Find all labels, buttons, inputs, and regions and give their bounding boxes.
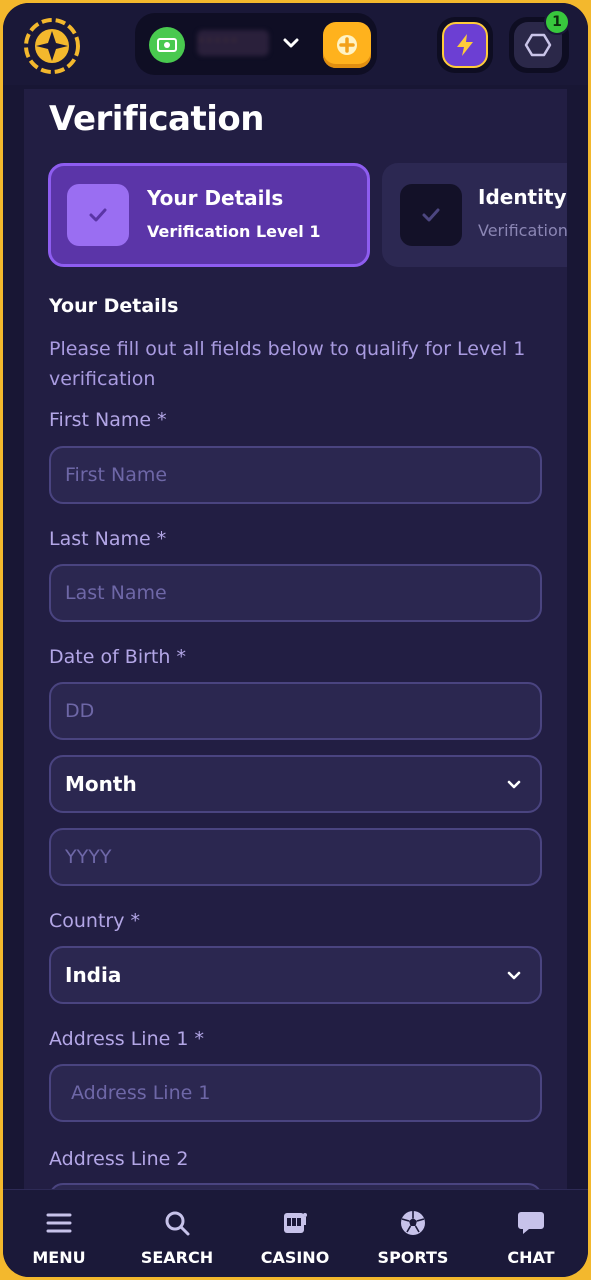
lightning-icon xyxy=(457,34,473,56)
step-subtitle: Verification Level 1 xyxy=(147,222,321,241)
country-select[interactable]: India xyxy=(49,946,542,1004)
dob-year-input[interactable] xyxy=(51,830,540,884)
last-name-field xyxy=(49,564,542,622)
dob-year-field xyxy=(49,828,542,886)
level-badge: 1 xyxy=(544,9,570,35)
step-identity[interactable]: Identity Verification Level 2 xyxy=(382,163,567,267)
nav-label: CHAT xyxy=(507,1248,555,1267)
page-title: Verification xyxy=(49,99,264,139)
section-description: Please fill out all fields below to qual… xyxy=(49,338,526,390)
address2-label: Address Line 2 xyxy=(49,1148,189,1170)
nav-label: SPORTS xyxy=(377,1248,449,1267)
checkmark-icon xyxy=(67,184,129,246)
first-name-label: First Name * xyxy=(49,409,167,431)
nav-chat[interactable]: CHAT xyxy=(476,1190,586,1277)
verification-panel: Verification Your Details Verification L… xyxy=(24,89,567,1189)
top-bar: ••••• 1 xyxy=(3,3,588,85)
logo-icon[interactable] xyxy=(23,17,81,75)
checkmark-icon xyxy=(400,184,462,246)
country-value: India xyxy=(65,963,122,987)
country-label: Country * xyxy=(49,910,141,932)
chevron-down-icon[interactable] xyxy=(279,31,303,55)
step-title: Identity xyxy=(478,185,567,209)
step-subtitle: Verification Level 2 xyxy=(478,221,567,240)
step-your-details[interactable]: Your Details Verification Level 1 xyxy=(48,163,370,267)
nav-sports[interactable]: SPORTS xyxy=(358,1190,468,1277)
dob-month-select[interactable]: Month xyxy=(49,755,542,813)
wallet-selector[interactable]: ••••• xyxy=(135,13,377,75)
nav-search[interactable]: SEARCH xyxy=(122,1190,232,1277)
chat-bubble-icon xyxy=(516,1208,546,1238)
dob-month-value: Month xyxy=(65,772,137,796)
plus-icon xyxy=(337,35,357,55)
last-name-label: Last Name * xyxy=(49,528,167,550)
deposit-button[interactable] xyxy=(323,22,371,68)
dob-day-field xyxy=(49,682,542,740)
last-name-input[interactable] xyxy=(51,566,540,620)
slot-machine-icon xyxy=(280,1208,310,1238)
hexagon-icon xyxy=(524,33,552,57)
app-frame: ••••• 1 Verification Your Details Verifi… xyxy=(3,3,588,1277)
bottom-nav: MENU SEARCH CASINO SPORTS CHAT xyxy=(3,1189,588,1277)
chevron-down-icon xyxy=(507,971,521,980)
dob-day-input[interactable] xyxy=(51,684,540,738)
boost-button[interactable] xyxy=(437,17,493,73)
nav-label: SEARCH xyxy=(140,1248,214,1267)
address1-field xyxy=(49,1064,542,1122)
section-title: Your Details xyxy=(49,295,179,317)
nav-menu[interactable]: MENU xyxy=(4,1190,114,1277)
address1-label: Address Line 1 * xyxy=(49,1028,204,1050)
soccer-ball-icon xyxy=(398,1208,428,1238)
dob-label: Date of Birth * xyxy=(49,646,186,668)
wallet-balance: ••••• xyxy=(197,30,269,56)
nav-label: CASINO xyxy=(260,1248,330,1267)
cash-icon xyxy=(149,27,185,63)
wallet-balance-text: ••••• xyxy=(197,33,239,49)
first-name-input[interactable] xyxy=(51,448,540,502)
menu-icon xyxy=(44,1208,74,1238)
first-name-field xyxy=(49,446,542,504)
address1-input[interactable] xyxy=(51,1066,540,1120)
search-icon xyxy=(162,1208,192,1238)
nav-label: MENU xyxy=(32,1248,86,1267)
step-title: Your Details xyxy=(147,186,284,210)
nav-casino[interactable]: CASINO xyxy=(240,1190,350,1277)
chevron-down-icon xyxy=(507,780,521,789)
